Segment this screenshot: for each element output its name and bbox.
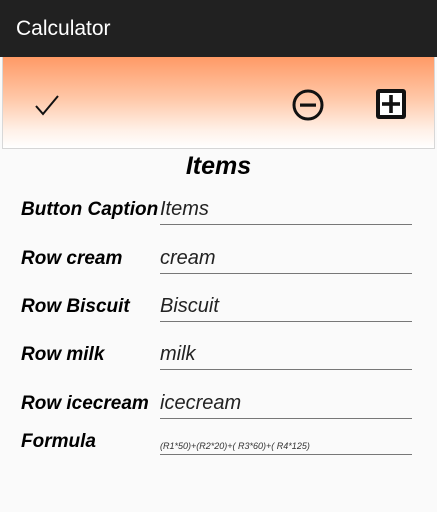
section-title: Items — [185, 152, 252, 180]
row-biscuit-input[interactable]: Biscuit — [160, 295, 412, 322]
checkmark-icon — [35, 95, 59, 116]
form-row-biscuit: Row Biscuit Biscuit — [0, 294, 437, 342]
app-title-bar: Calculator — [0, 0, 437, 57]
plus-square-icon — [376, 89, 406, 119]
row-cream-input[interactable]: cream — [160, 247, 412, 274]
row-label: Row icecream — [21, 393, 149, 414]
row-label: Row Biscuit — [21, 296, 130, 317]
button-caption-input[interactable]: Items — [160, 198, 412, 225]
app-title: Calculator — [16, 17, 111, 40]
row-label: Button Caption — [21, 199, 159, 220]
form-row-cream: Row cream cream — [0, 245, 437, 293]
row-milk-input[interactable]: milk — [160, 343, 412, 370]
row-icecream-input[interactable]: icecream — [160, 392, 412, 419]
confirm-button[interactable] — [29, 87, 65, 123]
minus-circle-icon — [292, 89, 324, 121]
form-row-button-caption: Button Caption Items — [0, 196, 437, 244]
add-button[interactable] — [371, 84, 411, 124]
form-row-milk: Row milk milk — [0, 342, 437, 390]
remove-button[interactable] — [289, 86, 327, 124]
row-label: Row milk — [21, 344, 105, 365]
form-row-formula: Formula (R1*50)+(R2*20)+( R3*60)+( R4*12… — [0, 429, 437, 477]
row-label: Formula — [21, 431, 96, 452]
row-label: Row cream — [21, 248, 123, 269]
action-toolbar — [2, 57, 435, 149]
formula-input[interactable]: (R1*50)+(R2*20)+( R3*60)+( R4*125) — [160, 440, 412, 455]
